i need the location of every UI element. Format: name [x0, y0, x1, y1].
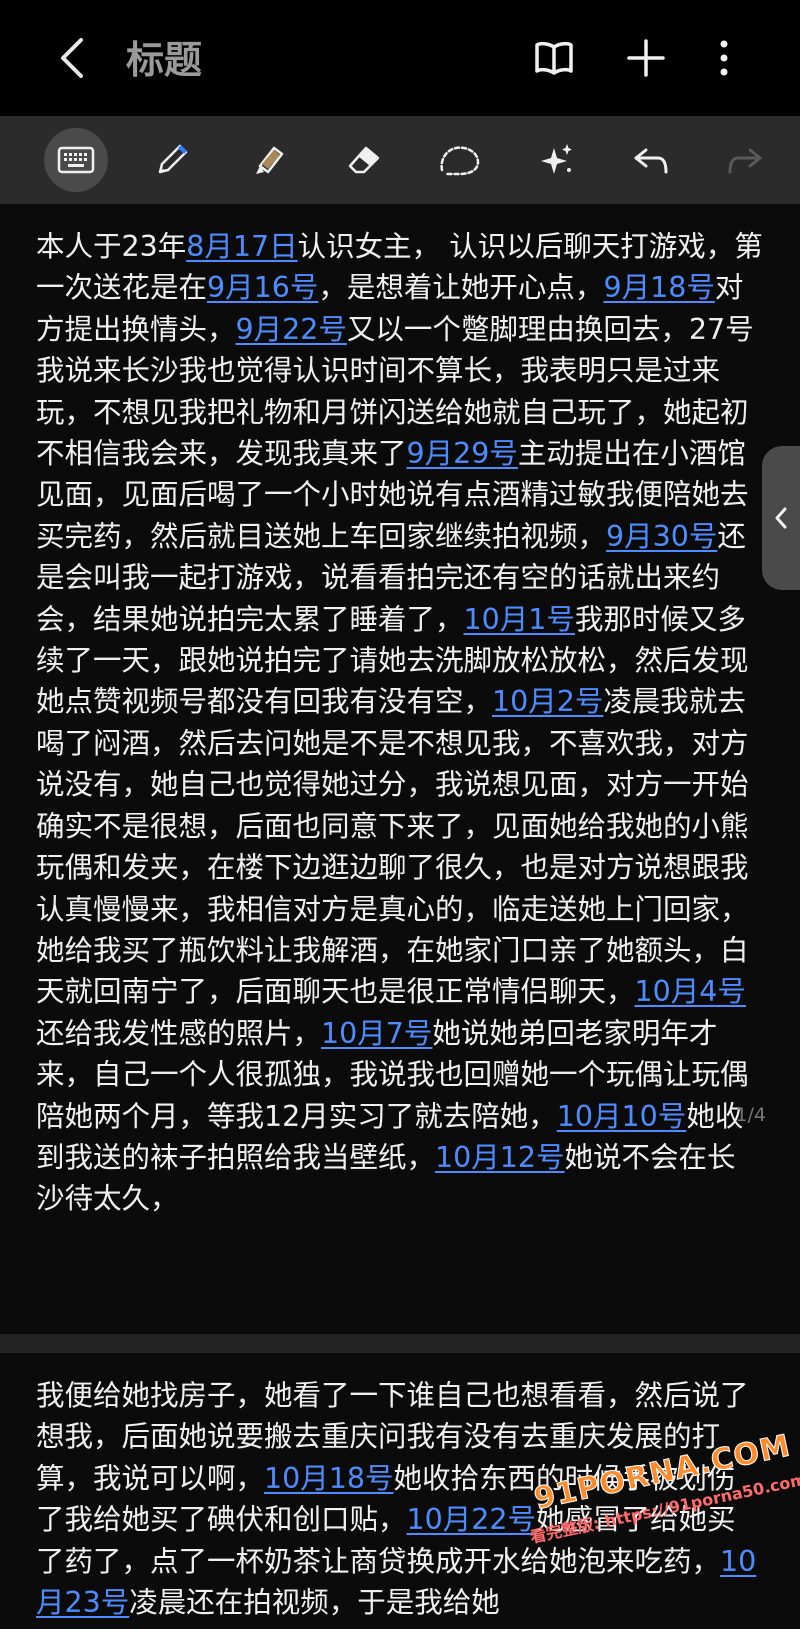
date-link[interactable]: 9月30号 — [606, 520, 717, 553]
text-segment: 凌晨还在拍视频，于是我给她 — [129, 1586, 500, 1620]
date-link[interactable]: 8月17日 — [186, 230, 297, 263]
back-arrow-icon[interactable] — [52, 32, 92, 84]
text-segment: ，是想着让她开心点， — [318, 271, 604, 305]
page-title[interactable]: 标题 — [126, 34, 202, 86]
date-link[interactable]: 10月4号 — [635, 975, 746, 1008]
page-indicator: 1/4 — [735, 1104, 766, 1126]
eraser-icon[interactable] — [332, 128, 396, 192]
date-link[interactable]: 9月16号 — [207, 271, 318, 304]
date-link[interactable]: 9月22号 — [236, 313, 347, 346]
chevron-left-icon — [775, 507, 787, 529]
side-panel-handle[interactable] — [762, 446, 800, 590]
plus-icon[interactable] — [624, 36, 668, 80]
pen-icon[interactable] — [140, 128, 204, 192]
header-bar: 标题 — [0, 0, 800, 116]
date-link[interactable]: 10月22号 — [407, 1503, 537, 1536]
redo-icon[interactable] — [712, 128, 776, 192]
page-divider — [0, 1334, 800, 1353]
note-body-text[interactable]: 我便给她找房子，她看了一下谁自己也想看看，然后说了想我，后面她说要搬去重庆问我有… — [36, 1375, 764, 1623]
lasso-icon[interactable] — [428, 128, 492, 192]
text-segment: 本人于23年 — [36, 230, 187, 263]
book-icon[interactable] — [532, 36, 576, 80]
drawing-toolbar — [0, 116, 800, 204]
text-segment: 还给我发性感的照片， — [36, 1016, 322, 1050]
date-link[interactable]: 10月18号 — [264, 1462, 394, 1495]
date-link[interactable]: 10月1号 — [464, 603, 575, 636]
note-page-1[interactable]: 本人于23年8月17日认识女主， 认识以后聊天打游戏，第一次送花是在9月16号，… — [0, 204, 800, 1334]
note-body-text[interactable]: 本人于23年8月17日认识女主， 认识以后聊天打游戏，第一次送花是在9月16号，… — [36, 226, 764, 1220]
date-link[interactable]: 10月12号 — [435, 1141, 565, 1174]
date-link[interactable]: 9月29号 — [407, 437, 518, 470]
highlighter-icon[interactable] — [236, 128, 300, 192]
date-link[interactable]: 10月10号 — [557, 1100, 687, 1133]
text-segment: 凌晨我就去喝了闷酒，然后去问她是不是不想见我，不喜欢我，对方说没有，她自己也觉得… — [36, 685, 749, 1009]
undo-icon[interactable] — [620, 128, 684, 192]
note-page-2[interactable]: 我便给她找房子，她看了一下谁自己也想看看，然后说了想我，后面她说要搬去重庆问我有… — [0, 1353, 800, 1629]
date-link[interactable]: 10月7号 — [321, 1017, 432, 1050]
date-link[interactable]: 9月18号 — [603, 271, 714, 304]
more-vertical-icon[interactable] — [702, 36, 746, 80]
sparkle-icon[interactable] — [524, 128, 588, 192]
date-link[interactable]: 10月2号 — [492, 685, 603, 718]
keyboard-icon[interactable] — [44, 128, 108, 192]
